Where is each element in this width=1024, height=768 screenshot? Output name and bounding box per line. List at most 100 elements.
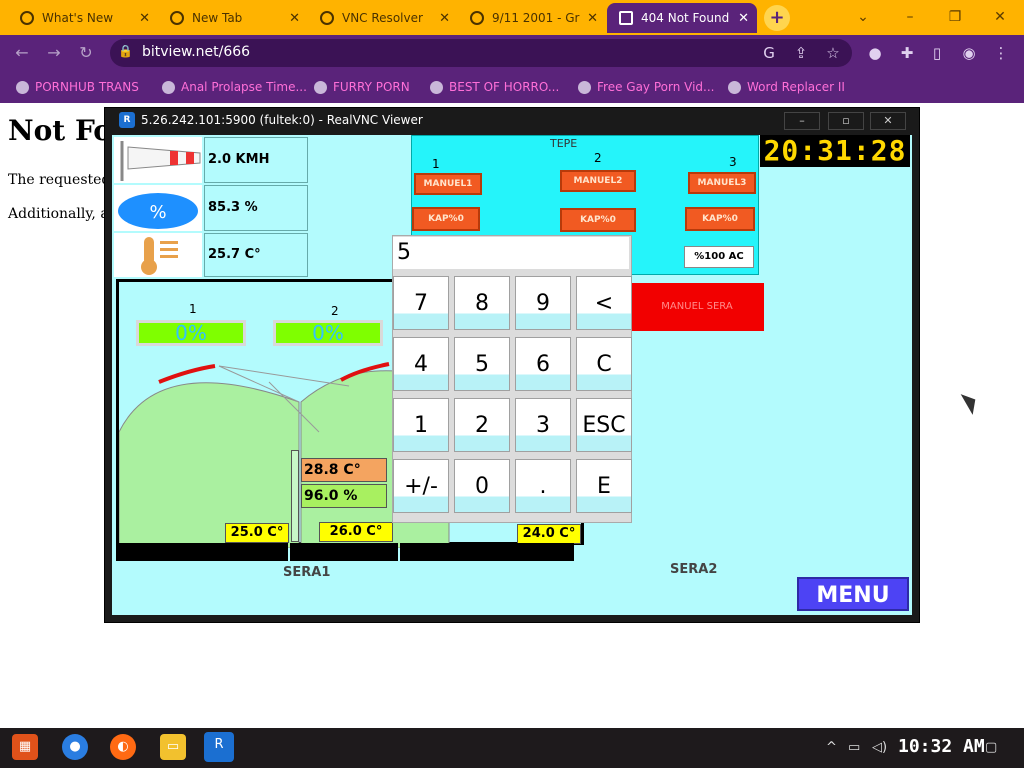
url-text[interactable]: bitview.net/666	[142, 44, 250, 60]
tab-label: New Tab	[192, 11, 243, 25]
bookmark-item[interactable]: Word Replacer II	[728, 77, 845, 97]
key-enter[interactable]: E	[576, 459, 632, 513]
lock-icon[interactable]: 🔒	[118, 44, 133, 58]
tab-close-icon[interactable]: ✕	[738, 11, 749, 26]
share-icon[interactable]: ⇪	[790, 42, 812, 64]
tab-label: VNC Resolver	[342, 11, 423, 25]
tepe-column-1: 1	[432, 157, 440, 171]
manuel-sera-button[interactable]: MANUEL SERA	[630, 283, 764, 331]
key-4[interactable]: 4	[393, 337, 449, 391]
forward-arrow-icon[interactable]: →	[42, 41, 66, 65]
bookmark-item[interactable]: FURRY PORN	[314, 77, 410, 97]
tab-search-chevron-icon[interactable]: ⌄	[848, 6, 878, 28]
mouse-cursor-icon	[960, 389, 982, 415]
manuel2-button[interactable]: MANUEL2	[560, 170, 636, 192]
key-9[interactable]: 9	[515, 276, 571, 330]
reload-icon[interactable]: ↻	[74, 41, 98, 65]
key-0[interactable]: 0	[454, 459, 510, 513]
globe-icon	[430, 80, 443, 94]
tab-close-icon[interactable]: ✕	[439, 11, 450, 26]
key-8[interactable]: 8	[454, 276, 510, 330]
tepe-column-3: 3	[729, 155, 737, 169]
key-7[interactable]: 7	[393, 276, 449, 330]
door-column	[291, 450, 299, 542]
tepe-column-2: 2	[594, 151, 602, 165]
tab-close-icon[interactable]: ✕	[139, 11, 150, 26]
vnc-maximize-button[interactable]: ▫	[828, 112, 864, 130]
tab-vnc-resolver[interactable]: VNC Resolver ✕	[308, 3, 458, 33]
realvnc-taskbar-icon[interactable]: R	[204, 732, 234, 762]
key-escape[interactable]: ESC	[576, 398, 632, 452]
close-icon[interactable]: ✕	[985, 6, 1015, 28]
wind-speed-value: 2.0 KMH	[204, 137, 308, 183]
more-menu-icon[interactable]: ⋮	[990, 42, 1012, 64]
status-bar	[116, 543, 288, 561]
tab-new-tab[interactable]: New Tab ✕	[158, 3, 308, 33]
key-6[interactable]: 6	[515, 337, 571, 391]
tab-google-search[interactable]: 9/11 2001 - Gr ✕	[458, 3, 606, 33]
key-clear[interactable]: C	[576, 337, 632, 391]
maximize-icon[interactable]: ❐	[940, 6, 970, 28]
firefox-taskbar-icon[interactable]: ◐	[110, 734, 136, 760]
kap3-button[interactable]: KAP%0	[685, 207, 755, 231]
vnc-icon	[320, 11, 334, 25]
sera-number-2: 2	[331, 304, 339, 318]
sera-temp-2: 26.0 C°	[319, 522, 393, 542]
vnc-close-button[interactable]: ✕	[870, 112, 906, 130]
tab-label: 404 Not Found	[641, 11, 730, 25]
keypad-display[interactable]: 5	[393, 237, 629, 269]
kap1-button[interactable]: KAP%0	[412, 207, 480, 231]
tab-label: What's New	[42, 11, 114, 25]
tab-whats-new[interactable]: What's New ✕	[8, 3, 158, 33]
sigma-icon	[162, 80, 175, 94]
minimize-icon[interactable]: –	[895, 6, 925, 28]
file-explorer-icon[interactable]: ▭	[160, 734, 186, 760]
show-hidden-icons-icon[interactable]: ^	[826, 740, 837, 755]
taskbar-clock[interactable]: 10:32 AM	[898, 736, 985, 757]
google-lens-icon[interactable]: G	[758, 42, 780, 64]
manuel1-button[interactable]: MANUEL1	[414, 173, 482, 195]
bookmark-item[interactable]: Anal Prolapse Time...	[162, 77, 307, 97]
extensions-puzzle-icon[interactable]: ✚	[896, 42, 918, 64]
tab-404-not-found[interactable]: 404 Not Found ✕	[607, 3, 757, 33]
key-decimal[interactable]: .	[515, 459, 571, 513]
side-panel-icon[interactable]: ▯	[926, 42, 948, 64]
realvnc-icon: R	[119, 112, 135, 128]
globe-icon	[728, 80, 741, 94]
manuel3-button[interactable]: MANUEL3	[688, 172, 756, 194]
menu-button[interactable]: MENU	[797, 577, 909, 611]
hmi-clock: 20:31:28	[760, 135, 910, 167]
hmi-screen: 2.0 KMH % 85.3 % 25.7 C° TEPE 1 2 3 MANU…	[112, 135, 912, 615]
vnc-minimize-button[interactable]: –	[784, 112, 820, 130]
back-arrow-icon[interactable]: ←	[10, 41, 34, 65]
ac-100-button[interactable]: %100 AC	[684, 246, 754, 268]
notifications-icon[interactable]: ▢	[985, 740, 997, 755]
chrome-taskbar-icon[interactable]: ●	[62, 734, 88, 760]
network-icon[interactable]: ▭	[848, 740, 860, 755]
bookmark-item[interactable]: PORNHUB TRANS	[16, 77, 139, 97]
key-1[interactable]: 1	[393, 398, 449, 452]
key-2[interactable]: 2	[454, 398, 510, 452]
key-backspace[interactable]: <	[576, 276, 632, 330]
bookmark-item[interactable]: Free Gay Porn Vid...	[578, 77, 714, 97]
sera1-percent-bar: 0%	[136, 320, 246, 346]
key-plus-minus[interactable]: +/-	[393, 459, 449, 513]
key-5[interactable]: 5	[454, 337, 510, 391]
bookmark-label: Free Gay Porn Vid...	[597, 80, 715, 94]
volume-icon[interactable]: ◁)	[872, 740, 887, 755]
start-button-icon[interactable]: ▦	[12, 734, 38, 760]
chrome-icon	[170, 11, 184, 25]
key-3[interactable]: 3	[515, 398, 571, 452]
temperature-value: 25.7 C°	[204, 233, 308, 277]
extension-avatar-icon[interactable]: ●	[864, 42, 886, 64]
bookmark-item[interactable]: BEST OF HORRO...	[430, 77, 559, 97]
sera-temp-3: 24.0 C°	[517, 524, 581, 544]
kap2-button[interactable]: KAP%0	[560, 208, 636, 232]
tab-close-icon[interactable]: ✕	[587, 11, 598, 26]
tab-close-icon[interactable]: ✕	[289, 11, 300, 26]
profile-icon[interactable]: ◉	[958, 42, 980, 64]
sera1-label: SERA1	[283, 565, 331, 580]
bookmark-star-icon[interactable]: ☆	[822, 42, 844, 64]
new-tab-button[interactable]: +	[764, 5, 790, 31]
chrome-icon	[20, 11, 34, 25]
